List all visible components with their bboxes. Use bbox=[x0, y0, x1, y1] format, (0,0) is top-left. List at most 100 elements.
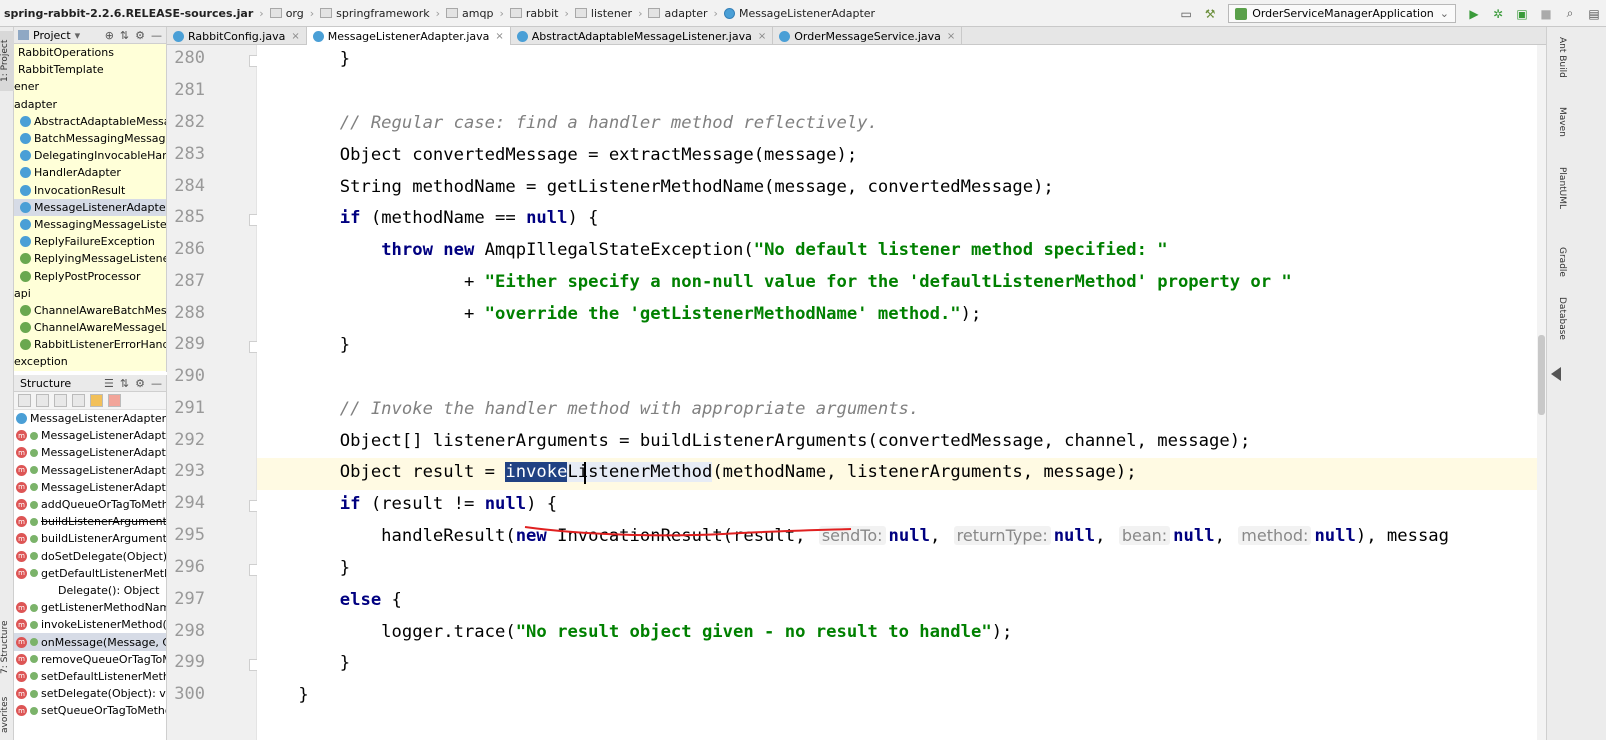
project-tool-tab[interactable]: 1: Project bbox=[0, 31, 14, 91]
update-icon[interactable]: ▤ bbox=[1586, 6, 1602, 22]
gear-icon[interactable]: ⚙ bbox=[135, 377, 145, 390]
editor-scrollbar[interactable] bbox=[1537, 45, 1546, 740]
visibility-icon bbox=[30, 620, 38, 629]
structure-item[interactable]: m buildListenerArguments(O bbox=[14, 530, 166, 547]
close-icon[interactable]: × bbox=[758, 31, 766, 42]
right-tool-tab[interactable]: Database bbox=[1549, 297, 1567, 340]
project-tree-item[interactable]: HandlerAdapter bbox=[14, 164, 166, 181]
project-panel-title[interactable]: Project bbox=[33, 29, 71, 42]
sort-icon[interactable]: ☰ bbox=[104, 377, 114, 390]
close-icon[interactable]: × bbox=[947, 31, 955, 42]
breadcrumb-item[interactable]: › MessageListenerAdapter bbox=[708, 7, 876, 20]
visibility-icon bbox=[30, 689, 38, 698]
breadcrumb-label: spring-rabbit-2.2.6.RELEASE-sources.jar bbox=[4, 6, 254, 20]
project-tree-item[interactable]: DelegatingInvocableHandle bbox=[14, 147, 166, 164]
project-tree-item[interactable]: AbstractAdaptableMessage bbox=[14, 113, 166, 130]
project-tree-item[interactable]: adapter bbox=[14, 96, 166, 113]
project-tree-label: adapter bbox=[14, 97, 58, 111]
breadcrumb-item[interactable]: › listener bbox=[558, 7, 632, 20]
project-tree-item[interactable]: MessagingMessageListener bbox=[14, 216, 166, 233]
project-tree-item[interactable]: RabbitOperations bbox=[14, 44, 166, 61]
project-tree-item[interactable]: ChannelAwareMessageListe bbox=[14, 319, 166, 336]
visibility-icon bbox=[30, 706, 38, 715]
show-properties-icon[interactable] bbox=[72, 394, 85, 407]
project-tree-item[interactable]: BatchMessagingMessageLi bbox=[14, 130, 166, 147]
breadcrumb-item[interactable]: › rabbit bbox=[493, 7, 558, 20]
breadcrumb-item[interactable]: › springframework bbox=[304, 7, 430, 20]
collapse-icon[interactable]: ⇅ bbox=[120, 29, 129, 42]
chevron-down-icon[interactable]: ▾ bbox=[75, 29, 81, 42]
breadcrumb-item[interactable]: › adapter bbox=[632, 7, 707, 20]
run-icon[interactable]: ▶ bbox=[1466, 6, 1482, 22]
right-tool-tab[interactable]: Maven bbox=[1549, 107, 1567, 137]
project-tree-label: AbstractAdaptableMessage bbox=[34, 114, 166, 128]
editor-tab-label: RabbitConfig.java bbox=[188, 29, 286, 43]
structure-item[interactable]: m setQueueOrTagToMethoc bbox=[14, 702, 166, 719]
project-tree-item[interactable]: ChannelAwareBatchMessag bbox=[14, 302, 166, 319]
editor-tab[interactable]: RabbitConfig.java × bbox=[167, 27, 307, 45]
structure-item[interactable]: m getListenerMethodName( bbox=[14, 599, 166, 616]
gear-icon[interactable]: ⚙ bbox=[135, 29, 145, 42]
structure-item[interactable]: m removeQueueOrTagToMe bbox=[14, 651, 166, 668]
project-tree-item[interactable]: ReplyingMessageListener bbox=[14, 250, 166, 267]
structure-item[interactable]: Delegate(): Object bbox=[14, 582, 166, 599]
visibility-icon bbox=[30, 638, 38, 647]
run-configuration-select[interactable]: OrderServiceManagerApplication ⌄ bbox=[1228, 4, 1456, 23]
coverage-icon[interactable]: ▣ bbox=[1514, 6, 1530, 22]
project-tree-item[interactable]: InvocationResult bbox=[14, 182, 166, 199]
code-editor[interactable]: } // Regular case: find a handler method… bbox=[257, 45, 1537, 740]
project-tree-item[interactable]: ReplyPostProcessor bbox=[14, 267, 166, 284]
structure-item[interactable]: m setDelegate(Object): void bbox=[14, 685, 166, 702]
project-tree-item[interactable]: ReplyFailureException bbox=[14, 233, 166, 250]
project-tree-item[interactable]: api bbox=[14, 285, 166, 302]
favorites-tool-tab[interactable]: avorites bbox=[0, 689, 14, 740]
scrollbar-thumb[interactable] bbox=[1538, 335, 1545, 415]
locate-icon[interactable]: ⊕ bbox=[105, 29, 114, 42]
breadcrumb-item[interactable]: › org bbox=[253, 7, 303, 20]
right-tool-tab[interactable]: PlantUML bbox=[1549, 167, 1567, 209]
project-tree-item[interactable]: exception bbox=[14, 353, 166, 370]
show-fields-icon[interactable] bbox=[90, 394, 103, 407]
project-tree-item[interactable]: RabbitTemplate bbox=[14, 61, 166, 78]
project-structure-icon[interactable]: ▭ bbox=[1178, 6, 1194, 22]
structure-item[interactable]: m MessageListenerAdapter( bbox=[14, 479, 166, 496]
show-inherited-icon[interactable] bbox=[54, 394, 67, 407]
editor-tab[interactable]: OrderMessageService.java × bbox=[773, 27, 963, 45]
right-tool-tab[interactable]: Ant Build bbox=[1549, 37, 1567, 78]
structure-root[interactable]: MessageListenerAdapter bbox=[14, 410, 166, 427]
breadcrumb-item[interactable]: spring-rabbit-2.2.6.RELEASE-sources.jar bbox=[4, 7, 253, 20]
close-icon[interactable]: × bbox=[291, 31, 299, 42]
structure-item[interactable]: m getDefaultListenerMethod bbox=[14, 565, 166, 582]
project-tree-item[interactable]: MessageListenerAdapter bbox=[14, 198, 166, 216]
project-tree-item[interactable]: RabbitListenerErrorHandler bbox=[14, 336, 166, 353]
sort-alpha-icon[interactable] bbox=[18, 394, 31, 407]
project-tree-label: InvocationResult bbox=[34, 183, 126, 197]
search-icon[interactable]: ⌕ bbox=[1562, 6, 1578, 22]
structure-item[interactable]: m invokeListenerMethod(Str bbox=[14, 616, 166, 633]
editor-tab[interactable]: MessageListenerAdapter.java × bbox=[306, 27, 511, 45]
structure-item[interactable]: m setDefaultListenerMethod bbox=[14, 668, 166, 685]
collapse-triangle-icon[interactable] bbox=[1551, 367, 1561, 381]
hide-icon[interactable]: — bbox=[151, 29, 162, 42]
structure-item[interactable]: m addQueueOrTagToMetho bbox=[14, 496, 166, 513]
right-tool-tab[interactable]: Gradle bbox=[1549, 247, 1567, 277]
sort-visibility-icon[interactable] bbox=[36, 394, 49, 407]
editor-tab[interactable]: AbstractAdaptableMessageListener.java × bbox=[511, 27, 774, 45]
hide-icon[interactable]: — bbox=[151, 377, 162, 390]
expand-icon[interactable]: ⇅ bbox=[120, 377, 129, 390]
structure-tool-tab[interactable]: 7: Structure bbox=[0, 612, 14, 682]
structure-item[interactable]: m MessageListenerAdapter( bbox=[14, 427, 166, 444]
project-tree-item[interactable]: ener bbox=[14, 78, 166, 95]
debug-icon[interactable]: ✲ bbox=[1490, 6, 1506, 22]
build-hammer-icon[interactable]: ⚒ bbox=[1202, 6, 1218, 22]
structure-item[interactable]: m onMessage(Message, Cha bbox=[14, 633, 166, 651]
close-icon[interactable]: × bbox=[495, 31, 503, 42]
project-tree-label: MessagingMessageListener bbox=[34, 217, 166, 231]
structure-item[interactable]: m buildListenerArguments(O bbox=[14, 513, 166, 530]
structure-item[interactable]: m MessageListenerAdapter( bbox=[14, 462, 166, 479]
stop-icon[interactable]: ■ bbox=[1538, 6, 1554, 22]
structure-item[interactable]: m MessageListenerAdapter( bbox=[14, 444, 166, 461]
structure-item[interactable]: m doSetDelegate(Object): vo bbox=[14, 548, 166, 565]
show-non-public-icon[interactable] bbox=[108, 394, 121, 407]
breadcrumb-item[interactable]: › amqp bbox=[430, 7, 494, 20]
